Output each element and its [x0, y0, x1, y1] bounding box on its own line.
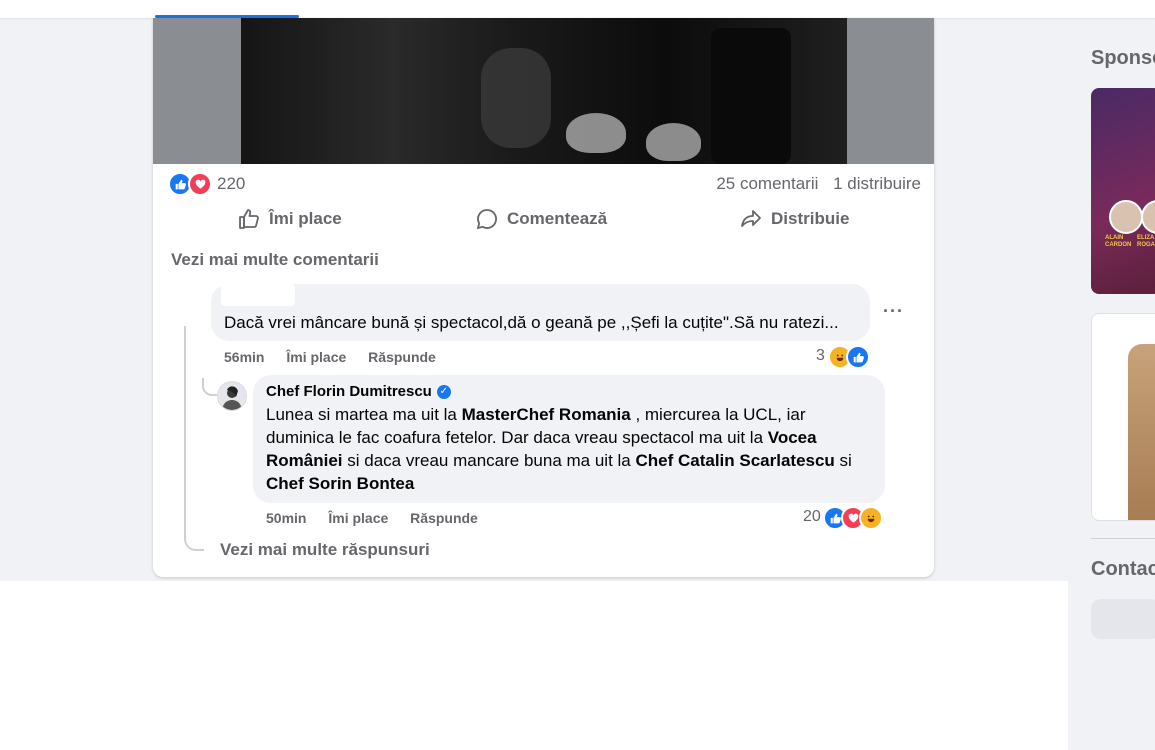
like-button-label: Îmi place	[269, 209, 342, 228]
post-card: 220 25 comentarii 1 distribuire Îmi plac…	[153, 18, 934, 577]
reply-text-part: si	[834, 451, 852, 470]
sponsored-heading: Sponso	[1091, 47, 1155, 69]
reply-author-avatar[interactable]	[217, 381, 247, 411]
comment-reaction-count: 3	[816, 347, 825, 364]
contacts-search-field[interactable]	[1091, 599, 1155, 639]
comment-like-link[interactable]: Îmi place	[286, 349, 346, 365]
verified-badge-icon: ✓	[436, 384, 451, 399]
thumbs-up-icon	[239, 209, 259, 229]
post-actions: Îmi place Comentează Distribuie	[153, 204, 934, 234]
reply-author[interactable]: Chef Florin Dumitrescu ✓	[266, 383, 451, 400]
like-button[interactable]: Îmi place	[237, 204, 342, 234]
comment-text: Dacă vrei mâncare bună și spectacol,dă o…	[224, 313, 839, 332]
post-stats: 25 comentarii 1 distribuire	[706, 174, 921, 194]
comment-options-icon[interactable]: ···	[883, 301, 904, 322]
reply-text-part: Lunea si martea ma uit la	[266, 405, 462, 424]
reply-reaction-count: 20	[803, 508, 821, 525]
photo-detail	[711, 28, 791, 164]
ad-person-photo	[1109, 200, 1143, 234]
reply-text-part: si daca vreau mancare buna ma uit la	[342, 451, 636, 470]
photo-detail	[566, 113, 626, 153]
comment-reactions[interactable]: 3	[816, 345, 872, 369]
shares-count-link[interactable]: 1 distribuire	[833, 174, 921, 193]
comment-bubble-icon	[476, 209, 497, 230]
ad-text: ALAIN	[1105, 235, 1124, 241]
share-arrow-icon	[741, 210, 761, 227]
reply-timestamp[interactable]: 50min	[266, 510, 306, 526]
comment-author-redacted	[221, 284, 295, 306]
comment-reply-link[interactable]: Răspunde	[368, 349, 436, 365]
reply-bubble: Chef Florin Dumitrescu ✓ Lunea si martea…	[253, 375, 885, 503]
reactions-count[interactable]: 220	[217, 174, 245, 194]
comment-button-label: Comentează	[507, 209, 608, 228]
comment-thread-line	[184, 326, 204, 551]
comments-count-link[interactable]: 25 comentarii	[716, 174, 818, 193]
ad-text: CARDON	[1105, 242, 1132, 248]
post-media[interactable]	[153, 18, 934, 164]
reply-text: Lunea si martea ma uit la MasterChef Rom…	[266, 403, 866, 495]
post-photo[interactable]	[241, 18, 847, 164]
like-reaction-icon	[846, 345, 870, 369]
reply-like-link[interactable]: Îmi place	[328, 510, 388, 526]
ad-text: ELIZA	[1137, 235, 1155, 241]
share-button-label: Distribuie	[771, 209, 850, 228]
view-more-replies-link[interactable]: Vezi mai multe răspunsuri	[220, 540, 430, 560]
contacts-heading: Contac	[1091, 558, 1155, 580]
love-reaction-icon	[188, 172, 212, 196]
ad-person-photo	[1141, 200, 1155, 234]
mention-masterchef[interactable]: MasterChef Romania	[462, 405, 631, 424]
reactions-summary[interactable]: 220 25 comentarii 1 distribuire	[168, 172, 921, 196]
comment-button[interactable]: Comentează	[475, 204, 607, 234]
reply-author-name[interactable]: Chef Florin Dumitrescu	[266, 383, 432, 400]
comment-timestamp[interactable]: 56min	[224, 349, 264, 365]
reply-meta: 50min Îmi place Răspunde	[266, 510, 496, 526]
comment-meta: 56min Îmi place Răspunde	[224, 349, 454, 365]
view-more-comments-link[interactable]: Vezi mai multe comentarii	[171, 250, 379, 270]
haha-reaction-icon	[859, 506, 883, 530]
sidebar-divider	[1091, 538, 1155, 539]
ad-person-photo	[1128, 344, 1155, 520]
share-button[interactable]: Distribuie	[739, 204, 849, 234]
mention-catalin-scarlatescu[interactable]: Chef Catalin Scarlatescu	[635, 451, 834, 470]
reply-reply-link[interactable]: Răspunde	[410, 510, 478, 526]
sponsored-ad-2[interactable]	[1091, 313, 1155, 521]
photo-detail	[481, 48, 551, 148]
sponsored-ad-1[interactable]: ALAIN CARDON ELIZA ROGA	[1091, 88, 1155, 294]
ad-text: ROGA	[1137, 242, 1155, 248]
comment-bubble: Dacă vrei mâncare bună și spectacol,dă o…	[211, 284, 870, 341]
top-navigation-bar	[0, 0, 1155, 18]
reply-reactions[interactable]: 20	[803, 506, 885, 530]
mention-sorin-bontea[interactable]: Chef Sorin Bontea	[266, 474, 414, 493]
photo-detail	[646, 123, 701, 161]
